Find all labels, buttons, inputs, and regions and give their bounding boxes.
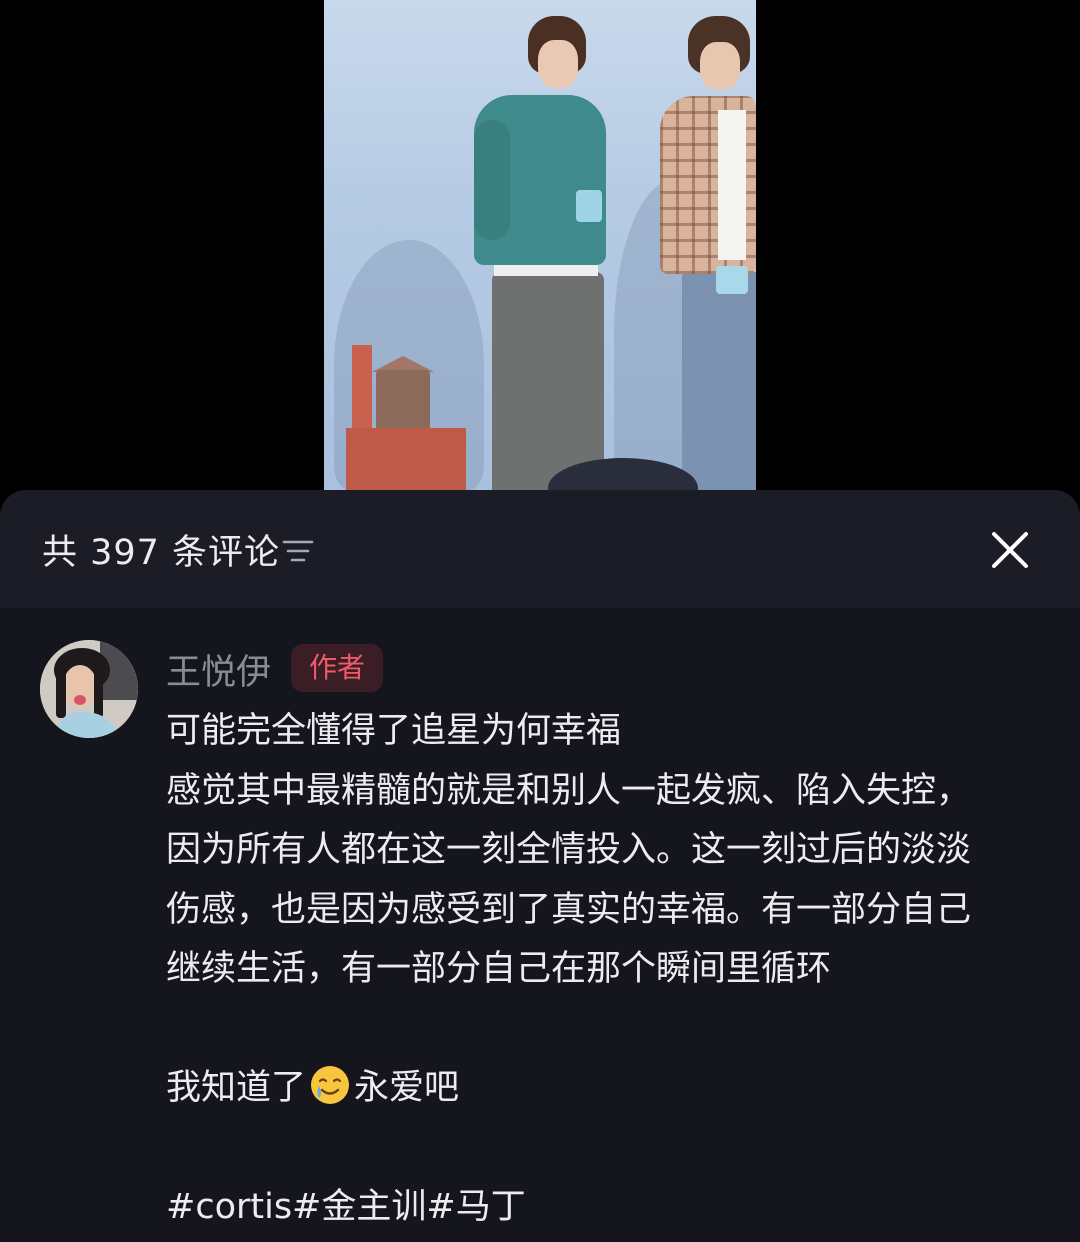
comment-closing-line: 我知道了 永爱吧: [166, 1059, 1046, 1119]
comment-panel-header: 共 397 条评论: [0, 490, 1080, 608]
comment-panel: 共 397 条评论 王悦伊 作者 可能完全懂得了追星为何幸福 感觉其中最精髓的就…: [0, 490, 1080, 1242]
comment-line: 因为所有人都在这一刻全情投入。这一刻过后的淡淡: [166, 830, 972, 870]
water-tower-tank: [376, 370, 430, 430]
comment-line: 可能完全懂得了追星为何幸福: [166, 711, 622, 751]
comment-line: 伤感，也是因为感受到了真实的幸福。有一部分自己: [166, 889, 972, 930]
person-right-shirt: [718, 110, 746, 260]
comment-closing-text: 我知道了: [166, 1068, 307, 1108]
comment-username[interactable]: 王悦伊: [166, 644, 271, 695]
person-left-arm: [474, 120, 510, 240]
close-icon[interactable]: [988, 528, 1032, 572]
person-right-pants: [682, 272, 756, 490]
sort-filter-icon[interactable]: [282, 538, 314, 564]
person-left-pants: [492, 272, 604, 490]
hashtag-links[interactable]: #cortis#金主训#马丁: [166, 1178, 1046, 1238]
microphone: [576, 190, 602, 222]
comment-text: 可能完全懂得了追星为何幸福 感觉其中最精髓的就是和别人一起发疯、陷入失控， 因为…: [166, 702, 1046, 1238]
comment-line: 感觉其中最精髓的就是和别人一起发疯、陷入失控，: [166, 770, 972, 811]
author-badge: 作者: [291, 644, 384, 692]
post-media-image[interactable]: [324, 0, 756, 490]
comment-closing-text: 永爱吧: [354, 1068, 460, 1108]
avatar[interactable]: [40, 640, 138, 738]
comment-line: 继续生活，有一部分自己在那个瞬间里循环: [166, 949, 832, 989]
person-left-face: [538, 40, 578, 88]
microphone: [716, 266, 748, 294]
comment-count-title: 共 397 条评论: [42, 533, 281, 573]
avatar-image: [40, 640, 138, 738]
person-right-face: [700, 42, 740, 90]
building-graphic: [346, 428, 466, 490]
crying-smile-emoji-icon: [311, 1066, 350, 1104]
